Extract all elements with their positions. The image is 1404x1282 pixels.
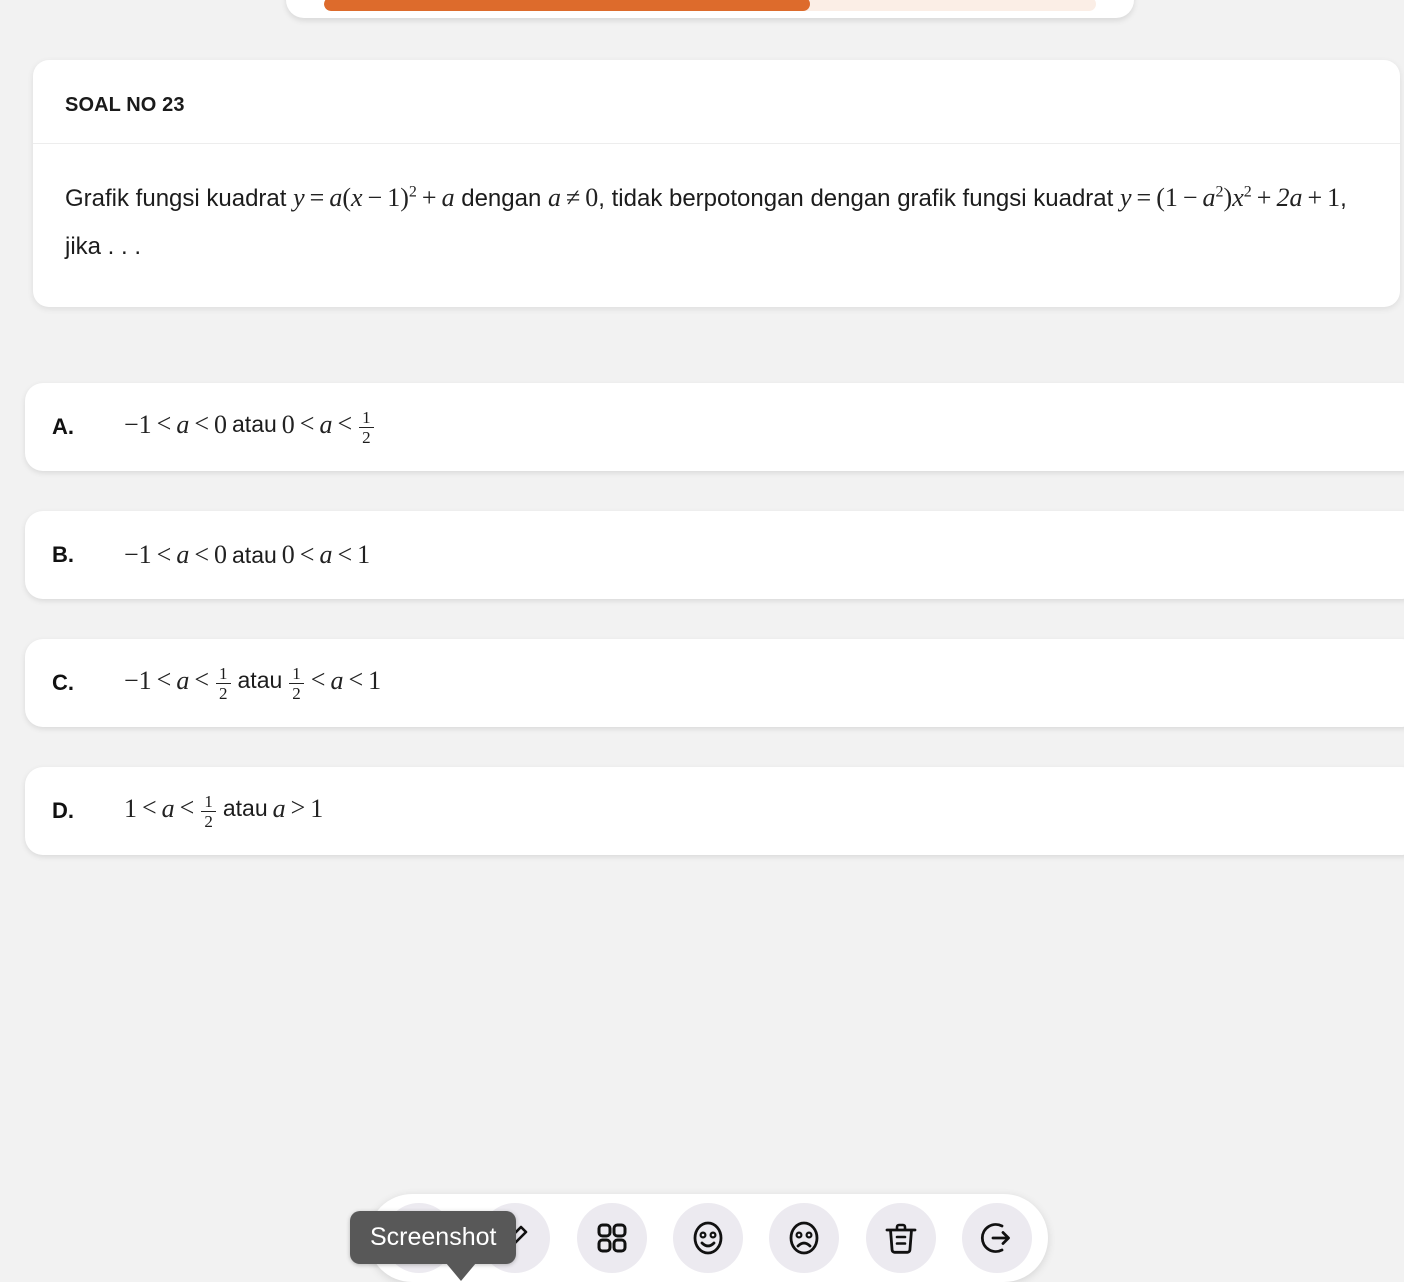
right-relation-1: < xyxy=(310,665,326,695)
grid-icon xyxy=(597,1223,627,1253)
answer-option-letter: B. xyxy=(52,542,74,567)
answer-option-text: −1 < a <1 2 atau 1 2 < a <1 xyxy=(124,664,381,703)
left-variable: a xyxy=(176,539,190,569)
conjunction: atau xyxy=(222,795,268,822)
happy-face-icon xyxy=(693,1221,723,1255)
answer-option-d[interactable]: D. 1 < a <1 2 atau a >1 xyxy=(25,767,1404,855)
answer-option-c[interactable]: C. −1 < a <1 2 atau 1 2 < a <1 xyxy=(25,639,1404,727)
question-math-expression-3: y = (1− a2)x2 +2a +1 xyxy=(1119,183,1341,212)
right-lower-fraction: 12 xyxy=(289,664,304,703)
question-line1-prefix: Grafik fungsi kuadrat xyxy=(65,185,287,212)
left-upper-fraction: 12 xyxy=(201,792,216,831)
answer-option-letter: C. xyxy=(52,670,74,695)
right-lower-bound: 0 xyxy=(281,409,295,439)
progress-track xyxy=(324,0,1096,11)
left-upper-bound: 0 xyxy=(214,539,228,569)
left-relation-1: < xyxy=(156,539,172,569)
question-line1-suffix: , tidak berpotongan dengan grafik fungsi… xyxy=(598,185,1114,212)
right-relation-2: < xyxy=(337,409,353,439)
right-upper-bound: 1 xyxy=(357,539,371,569)
right-relation-1: < xyxy=(299,409,315,439)
left-relation-1: < xyxy=(156,409,172,439)
left-relation-2: < xyxy=(194,409,210,439)
exit-button[interactable] xyxy=(961,1203,1032,1273)
right-relation-1: > xyxy=(290,793,306,823)
left-upper-fraction: 12 xyxy=(216,664,231,703)
left-upper-bound: 0 xyxy=(214,409,228,439)
left-relation-2: < xyxy=(194,665,210,695)
sad-face-icon xyxy=(789,1221,819,1255)
right-variable: a xyxy=(272,793,286,823)
answer-option-letter: D. xyxy=(52,798,74,823)
answer-option-a[interactable]: A. −1 < a <0 atau 0 < a <1 2 xyxy=(25,383,1404,471)
conjunction: atau xyxy=(232,541,277,568)
left-relation-2: < xyxy=(194,539,210,569)
answer-option-b[interactable]: B. −1 < a <0 atau 0 < a <1 xyxy=(25,511,1404,599)
thumbs-up-button[interactable] xyxy=(672,1203,743,1273)
thumbs-down-button[interactable] xyxy=(769,1203,840,1273)
left-relation-1: < xyxy=(156,665,172,695)
trash-icon xyxy=(885,1223,917,1254)
question-math-expression-1: y = a(x −1)2 + a xyxy=(293,183,455,212)
right-upper-bound: 1 xyxy=(368,665,382,695)
progress-card xyxy=(286,0,1134,18)
left-variable: a xyxy=(176,665,190,695)
right-relation-2: < xyxy=(348,665,364,695)
left-lower-bound: −1 xyxy=(124,665,152,695)
right-upper-fraction: 12 xyxy=(359,408,374,447)
apps-grid-button[interactable] xyxy=(576,1203,647,1273)
left-relation-1: < xyxy=(142,793,157,823)
answer-options-list: A. −1 < a <0 atau 0 < a <1 2 B. −1 < a <0 atau 0 < a <1 C. −1 <… xyxy=(25,383,1404,895)
conjunction: atau xyxy=(237,667,283,694)
progress-fill xyxy=(324,0,811,11)
question-math-expression-2: a ≠ 0 xyxy=(548,183,599,212)
right-lower-bound: 0 xyxy=(281,539,295,569)
answer-option-text: −1 < a <0 atau 0 < a <1 2 xyxy=(124,408,376,447)
delete-button[interactable] xyxy=(865,1203,936,1273)
question-card: SOAL NO 23 Grafik fungsi kuadrat y = a(x −1… xyxy=(33,60,1400,307)
left-variable: a xyxy=(176,409,190,439)
question-text: Grafik fungsi kuadrat y = a(x −1)2 + a dengan… xyxy=(33,144,1400,307)
exit-icon xyxy=(980,1223,1010,1253)
left-lower-bound: −1 xyxy=(124,539,152,569)
right-relation-1: < xyxy=(299,539,315,569)
question-line1-middle: dengan xyxy=(461,185,542,212)
right-variable: a xyxy=(330,665,344,695)
question-card-header: SOAL NO 23 xyxy=(33,60,1400,144)
screenshot-tooltip: Screenshot xyxy=(350,1211,517,1281)
left-variable: a xyxy=(161,793,175,823)
answer-option-letter: A. xyxy=(52,414,74,439)
page-title: SOAL NO 23 xyxy=(65,94,185,116)
left-lower-bound: −1 xyxy=(124,409,152,439)
conjunction: atau xyxy=(232,411,277,438)
right-relation-2: < xyxy=(337,539,353,569)
right-variable: a xyxy=(319,409,333,439)
left-lower-bound: 1 xyxy=(124,793,137,823)
right-variable: a xyxy=(319,539,333,569)
answer-option-text: −1 < a <0 atau 0 < a <1 xyxy=(124,540,370,571)
right-upper-bound: 1 xyxy=(310,793,324,823)
left-relation-2: < xyxy=(179,793,195,823)
answer-option-text: 1 < a <1 2 atau a >1 xyxy=(124,792,323,831)
